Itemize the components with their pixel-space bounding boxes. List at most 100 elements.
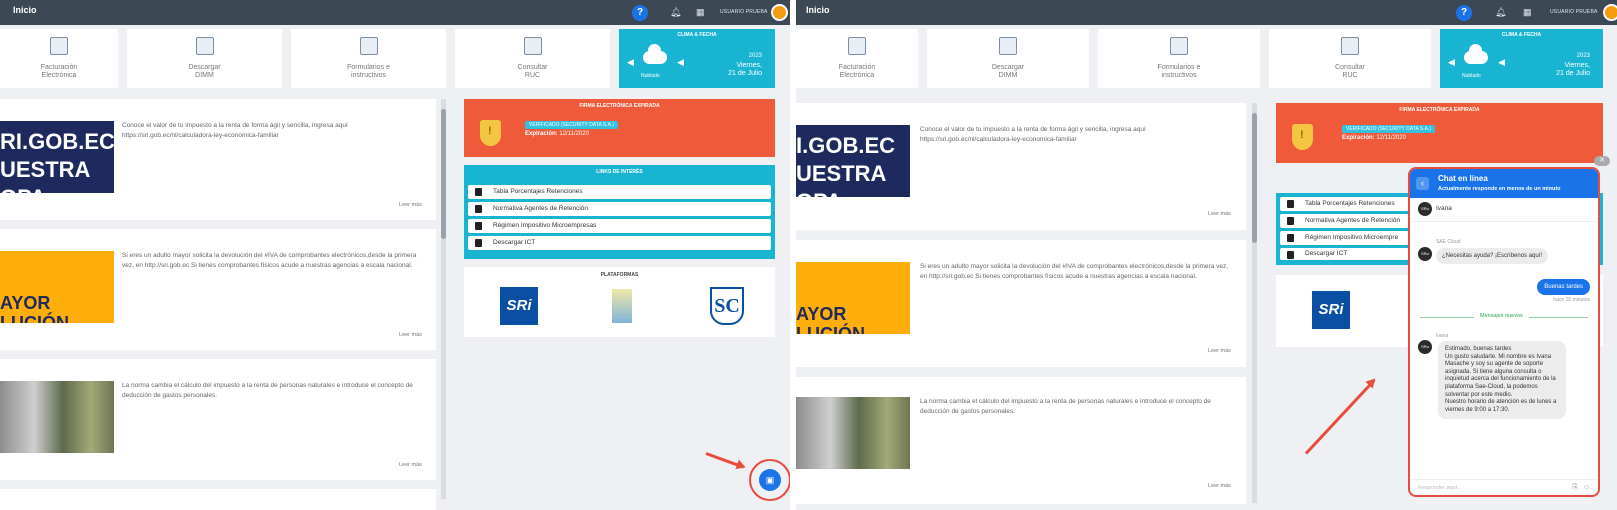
tile-formularios[interactable]: Formularios e instructivos xyxy=(291,29,446,88)
close-chat-button[interactable]: ✕ xyxy=(1594,156,1610,166)
file-icon xyxy=(1287,251,1294,259)
feed-thumbnail[interactable] xyxy=(0,381,114,453)
sender-name: Ivana xyxy=(1436,333,1449,339)
grid-icon[interactable]: ▦ xyxy=(696,7,705,18)
weather-widget: CLIMA & FECHA ◀ Nublado ◀ 2023 Viernes, … xyxy=(619,29,775,88)
help-button[interactable]: ? xyxy=(632,5,648,21)
file-icon xyxy=(475,188,482,196)
document-icon xyxy=(1170,37,1188,55)
avatar[interactable] xyxy=(1603,4,1617,21)
feed-scrollbar[interactable] xyxy=(1252,103,1257,503)
scroll-thumb[interactable] xyxy=(1252,113,1257,243)
download-icon xyxy=(195,37,214,55)
cloud-icon xyxy=(1464,44,1488,64)
new-messages-label: Mensajes nuevos xyxy=(1474,313,1529,319)
chat-input[interactable]: Responder aquí... ⎘ ☺ xyxy=(1410,479,1598,495)
link-item[interactable]: Régimen Impositivo Microempresas xyxy=(468,219,771,233)
feed-thumbnail[interactable]: AYOR LUCIÓN xyxy=(0,251,114,323)
link-item[interactable]: Tabla Porcentajes Retenciones xyxy=(468,185,771,199)
tile-consultar-ruc[interactable]: Consultar RUC xyxy=(1269,29,1431,88)
exp-value: 12/11/2020 xyxy=(559,131,589,137)
sri-logo[interactable]: SRi xyxy=(500,287,538,325)
prev-arrow-icon[interactable]: ◀ xyxy=(1448,57,1455,68)
sri-logo[interactable]: SRi xyxy=(1312,291,1350,329)
link-label: Normativa Agentes de Retención xyxy=(493,205,589,212)
weather-title: CLIMA & FECHA xyxy=(677,32,717,38)
bell-icon[interactable]: 🔔︎ xyxy=(670,7,681,18)
tile-facturacion[interactable]: Facturación Electrónica xyxy=(0,29,118,88)
read-more-link[interactable]: Leer más xyxy=(1208,483,1231,489)
feed-thumbnail[interactable]: RI.GOB.EC UESTRA OPA xyxy=(0,121,114,193)
avatar[interactable] xyxy=(771,4,788,21)
weather-condition: Nublado xyxy=(641,73,660,79)
search-icon xyxy=(1341,37,1359,55)
link-item[interactable]: Normativa Agentes de Retención xyxy=(468,202,771,216)
agent-message: Estimado, buenas tardes Un gusto saludar… xyxy=(1438,341,1566,420)
weather-widget: CLIMA & FECHA ◀ Nublado ◀ 2023 Viernes, … xyxy=(1440,29,1603,88)
weather-year: 2023 xyxy=(748,53,762,59)
chat-subtitle: Actualmente responde en menos de un minu… xyxy=(1438,186,1561,192)
agent-avatar: SRu xyxy=(1418,340,1432,354)
tile-label: Descargar DIMM xyxy=(188,64,221,79)
chat-agent-bar: SRu Ivana xyxy=(1410,198,1598,222)
feed-text: La norma cambia el cálculo del impuesto … xyxy=(122,382,413,399)
link-label: Régimen Impositivo Microempre xyxy=(1305,234,1399,241)
firma-title: FIRMA ELECTRÓNICA EXPIRADA xyxy=(1399,107,1480,113)
tile-facturacion[interactable]: Facturación Electrónica xyxy=(796,29,918,88)
link-item[interactable]: Descargar ICT xyxy=(468,236,771,250)
weather-year: 2023 xyxy=(1576,53,1590,59)
read-more-link[interactable]: Leer más xyxy=(1208,211,1231,217)
read-more-link[interactable]: Leer más xyxy=(399,462,422,468)
bot-avatar: SRu xyxy=(1418,247,1432,261)
tile-label: Formularios e instructivos xyxy=(347,64,390,79)
tile-formularios[interactable]: Formularios e instructivos xyxy=(1098,29,1260,88)
link-label: Descargar ICT xyxy=(493,239,536,246)
verified-badge: VERIFICADO (SECURITY DATA S.A.) xyxy=(525,121,619,129)
feed-thumbnail[interactable] xyxy=(796,397,910,469)
expiration: Expiración: 12/11/2020 xyxy=(1342,135,1406,141)
user-name[interactable]: USUARIO PRUEBA xyxy=(720,9,768,15)
feed-text: Si eres un adulto mayor solicita la devo… xyxy=(920,263,1229,280)
user-name[interactable]: USUARIO PRUEBA xyxy=(1550,9,1598,15)
next-arrow-icon[interactable]: ◀ xyxy=(677,57,684,68)
feed-thumbnail[interactable]: AYOR LUCIÓN xyxy=(796,262,910,334)
back-icon[interactable]: ‹ xyxy=(1416,177,1429,190)
firma-card: FIRMA ELECTRÓNICA EXPIRADA VERIFICADO (S… xyxy=(1276,103,1603,163)
tile-consultar-ruc[interactable]: Consultar RUC xyxy=(455,29,610,88)
weather-condition: Nublado xyxy=(1462,73,1481,79)
download-icon xyxy=(999,37,1017,55)
chat-title: Chat en línea xyxy=(1438,174,1488,183)
file-icon xyxy=(1287,217,1294,225)
tile-descargar-dimm[interactable]: Descargar DIMM xyxy=(927,29,1089,88)
feed-card: AYOR LUCIÓN Si eres un adulto mayor soli… xyxy=(796,240,1246,367)
search-icon xyxy=(523,37,542,55)
scroll-thumb[interactable] xyxy=(441,109,446,239)
next-arrow-icon[interactable]: ◀ xyxy=(1498,57,1505,68)
chat-launcher-button[interactable]: ▣ xyxy=(759,469,781,491)
read-more-link[interactable]: Leer más xyxy=(399,332,422,338)
read-more-link[interactable]: Leer más xyxy=(1208,348,1231,354)
bot-message: ¿Necesitas ayuda? ¡Escríbenos aquí! xyxy=(1436,248,1549,264)
feed-scrollbar[interactable] xyxy=(441,99,446,499)
feed-thumbnail[interactable]: I.GOB.EC UESTRA OPA xyxy=(796,125,910,197)
attach-icon[interactable]: ⎘ xyxy=(1572,484,1578,492)
link-label: Normativa Agentes de Retención xyxy=(1305,217,1401,224)
bell-icon[interactable]: 🔔︎ xyxy=(1495,7,1506,18)
prev-arrow-icon[interactable]: ◀ xyxy=(627,57,634,68)
sc-logo[interactable]: SC xyxy=(710,287,744,325)
cloud-icon xyxy=(643,44,667,64)
screen-left: Inicio ? 🔔︎ ▦ USUARIO PRUEBA Facturación… xyxy=(0,0,790,510)
feed-text: Conoce el valor de tu impuesto a la rent… xyxy=(920,126,1146,143)
grid-icon[interactable]: ▦ xyxy=(1523,7,1532,18)
building-logo[interactable] xyxy=(612,289,632,323)
emoji-icon[interactable]: ☺ xyxy=(1583,484,1590,491)
file-icon xyxy=(1287,234,1294,242)
tile-label: Consultar RUC xyxy=(1335,64,1365,79)
feed-text: La norma cambia el cálculo del impuesto … xyxy=(920,398,1211,415)
links-card: LINKS DE INTERÉS Tabla Porcentajes Reten… xyxy=(464,165,775,259)
agent-name: Ivana xyxy=(1436,205,1452,212)
chat-header: ‹ Chat en línea Actualmente responde en … xyxy=(1410,169,1598,198)
read-more-link[interactable]: Leer más xyxy=(399,202,422,208)
help-button[interactable]: ? xyxy=(1456,5,1472,21)
tile-descargar-dimm[interactable]: Descargar DIMM xyxy=(127,29,282,88)
